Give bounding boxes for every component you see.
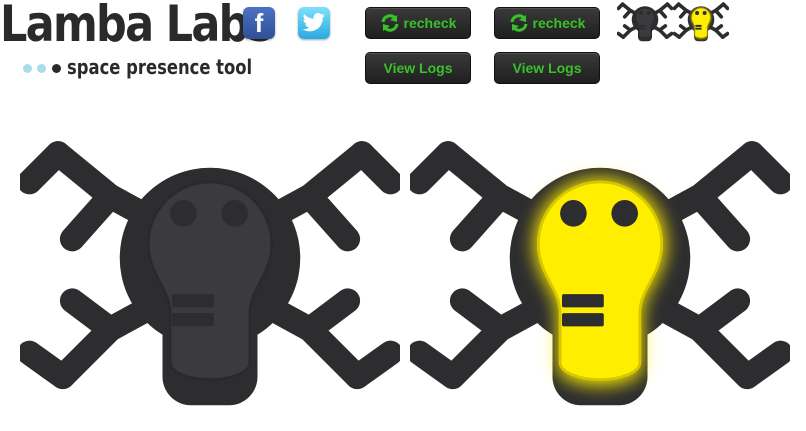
view-logs-button[interactable]: View Logs [365,52,471,84]
bulb-eye [702,11,707,15]
refresh-icon [510,14,528,32]
recheck-button[interactable]: recheck [494,7,600,39]
brand-title: Lamba Labs [0,0,273,53]
twitter-icon[interactable] [298,7,330,39]
recheck-label: recheck [532,15,586,31]
status-thumb-off-icon [616,0,674,47]
indicator-dot [52,64,61,73]
bulb-stripe [639,27,646,30]
bulb-stripe [562,313,604,327]
view-logs-button[interactable]: View Logs [494,52,600,84]
refresh-icon [381,14,399,32]
bulb-eye [639,11,644,15]
status-bug-off-icon [17,125,403,415]
indicator-dot [23,64,32,73]
bulb-eye [611,200,638,227]
bulb-eye [221,200,248,227]
recheck-button[interactable]: recheck [365,7,471,39]
view-logs-label: View Logs [383,60,453,76]
status-thumb-on-icon [672,0,730,47]
bulb-eye [560,200,587,227]
bulb-stripe [562,294,604,308]
facebook-icon[interactable]: f [243,7,275,39]
bulb-stripe [172,294,214,308]
view-logs-label: View Logs [512,60,582,76]
bulb-eye [695,11,700,15]
bulb-eye [170,200,197,227]
recheck-label: recheck [403,15,457,31]
bulb-stripe [172,313,214,327]
bulb-stripe [695,27,702,30]
bulb-eye [646,11,651,15]
indicator-dot [37,64,46,73]
bulb-stripe [639,24,646,27]
tagline: space presence tool [67,55,253,79]
status-bug-on-icon [407,125,793,415]
bulb-stripe [695,24,702,27]
twitter-bird-icon [302,13,325,32]
facebook-glyph: f [254,7,264,38]
